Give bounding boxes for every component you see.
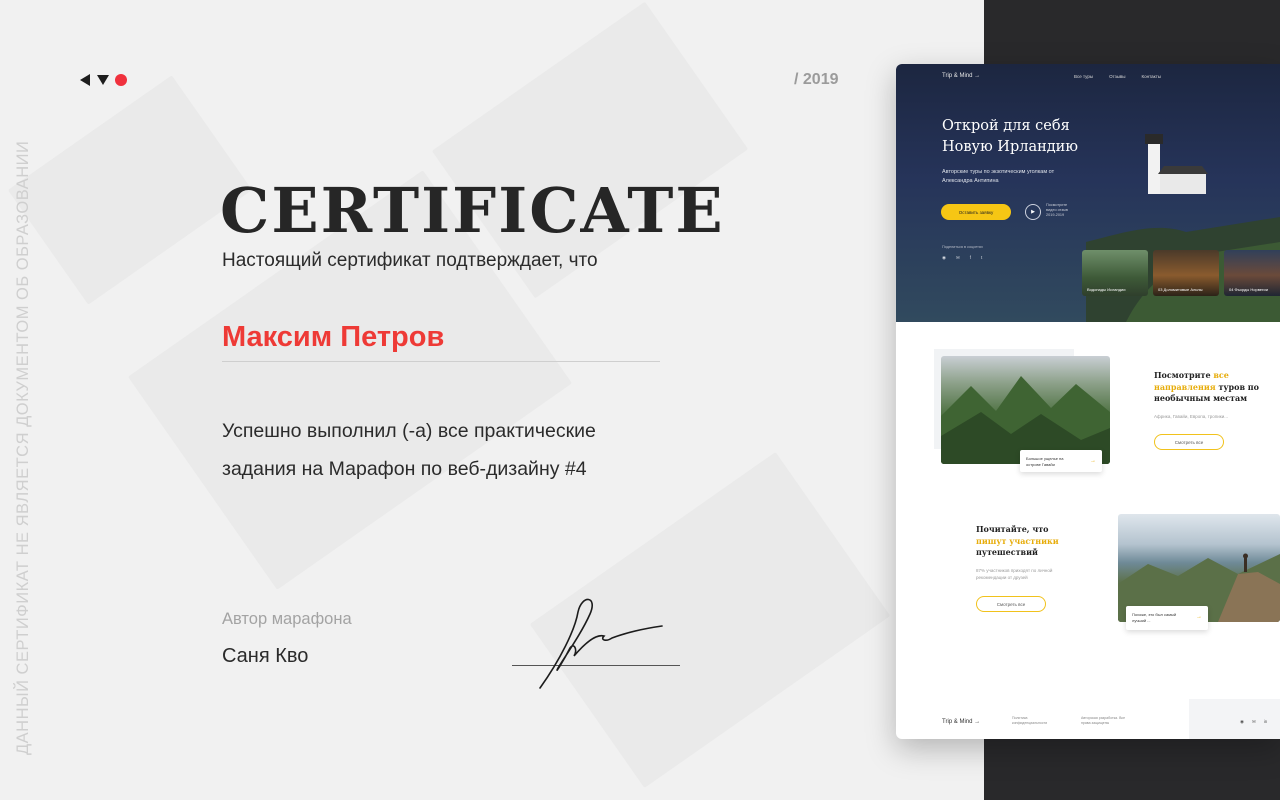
tour-card[interactable]: 03 Доломитовые Альпы: [1153, 250, 1219, 296]
triangle-down-icon: [97, 75, 109, 85]
reviews-section: Почитайте, что пишут участники путешеств…: [976, 524, 1076, 581]
tour-card-label: 03 Доломитовые Альпы: [1158, 287, 1203, 292]
footer-copyright: Авторская разработка. Все права защищены: [1081, 716, 1126, 725]
year-label: / 2019: [794, 71, 839, 88]
share-label: Поделиться в соцсетях: [942, 245, 983, 249]
signature-icon: [539, 598, 663, 689]
footer-social-icons: ◉ ✉ in: [1240, 719, 1267, 725]
arrow-right-icon: →: [1090, 458, 1096, 464]
reviews-desc: 87% участников приходят по личной рекоме…: [976, 567, 1053, 580]
review-caption-card[interactable]: Похоже, это был самый лучший ... →: [1126, 606, 1208, 630]
mockup-nav: Все туры Отзывы Контакты: [1074, 74, 1161, 79]
reviews-title-part: Почитайте, что: [976, 524, 1049, 534]
tour-card-label: Водопады Исландии: [1087, 287, 1126, 292]
name-underline: [222, 361, 660, 362]
mockup-logo[interactable]: Trip & Mind →: [942, 73, 980, 79]
instagram-icon[interactable]: ◉: [1240, 719, 1244, 725]
background-card: [7, 75, 253, 305]
hero-cta-button[interactable]: Оставить заявку: [941, 204, 1011, 220]
play-icon: ▶: [1031, 209, 1035, 215]
arrow-right-icon: →: [1196, 614, 1202, 620]
photo-caption-card[interactable]: Большое ущелье на острове Гавайи →: [1020, 450, 1102, 472]
vk-icon[interactable]: ✉: [1252, 719, 1256, 725]
tour-card-label: 04 Фьорды Норвегии: [1229, 287, 1268, 292]
directions-desc: Африка, Гавайи, Европа, тропики...: [1154, 413, 1228, 419]
body-line-1: Успешно выполнил (-а) все практические: [222, 420, 596, 442]
hero-tour-cards: Водопады Исландии 03 Доломитовые Альпы 0…: [1082, 250, 1280, 296]
play-video-text: Посмотрите видео отзыв 2019-2019: [1046, 203, 1068, 217]
nav-link-tours[interactable]: Все туры: [1074, 74, 1093, 79]
facebook-icon[interactable]: f: [970, 255, 971, 261]
author-label: Автор марафона: [222, 610, 352, 628]
mountain-icon: [941, 376, 1110, 464]
hero-title-line-2: Новую Ирландию: [942, 139, 1078, 155]
vk-icon[interactable]: ✉: [956, 255, 960, 261]
see-all-directions-button[interactable]: Смотреть все: [1154, 434, 1224, 450]
linkedin-icon[interactable]: in: [1264, 719, 1268, 725]
play-video-button[interactable]: ▶: [1025, 204, 1041, 220]
see-all-reviews-button[interactable]: Смотреть все: [976, 596, 1046, 612]
nav-link-contacts[interactable]: Контакты: [1142, 74, 1161, 79]
body-line-2: задания на Марафон по веб-дизайну #4: [222, 458, 587, 480]
certificate-body: Успешно выполнил (-а) все практические з…: [222, 412, 702, 488]
certificate-title: CERTIFICATE: [220, 174, 725, 247]
twitter-icon[interactable]: t: [981, 255, 982, 261]
reviews-title: Почитайте, что пишут участники путешеств…: [976, 524, 1076, 559]
hero-title-line-1: Открой для себя: [942, 118, 1070, 134]
mockup-hero: Trip & Mind → Все туры Отзывы Контакты О…: [896, 64, 1280, 322]
directions-title: Посмотрите все направления туров по необ…: [1154, 370, 1264, 405]
footer-logo[interactable]: Trip & Mind →: [942, 719, 980, 725]
tour-card[interactable]: Водопады Исландии: [1082, 250, 1148, 296]
directions-section: Посмотрите все направления туров по необ…: [1154, 370, 1264, 420]
hero-social-icons: ◉ ✉ f t: [942, 255, 982, 261]
tour-card[interactable]: 04 Фьорды Норвегии: [1224, 250, 1280, 296]
triangle-left-icon: [80, 74, 90, 86]
certificate-subtitle: Настоящий сертификат подтверждает, что: [222, 250, 598, 271]
instagram-icon[interactable]: ◉: [942, 255, 946, 261]
mountain-photo: [941, 356, 1110, 464]
reviews-title-part: путешествий: [976, 547, 1038, 557]
directions-title-part: Посмотрите: [1154, 370, 1214, 380]
review-caption: Похоже, это был самый лучший ...: [1132, 612, 1177, 623]
red-dot-icon: [115, 74, 127, 86]
disclaimer-text: ДАННЫЙ СЕРТИФИКАТ НЕ ЯВЛЯЕТСЯ ДОКУМЕНТОМ…: [14, 140, 32, 755]
footer-privacy-link[interactable]: Политика конфиденциальности: [1012, 716, 1052, 726]
website-mockup: Trip & Mind → Все туры Отзывы Контакты О…: [896, 64, 1280, 739]
nav-link-reviews[interactable]: Отзывы: [1109, 74, 1125, 79]
photo-caption: Большое ущелье на острове Гавайи: [1026, 456, 1064, 467]
hero-description: Авторские туры по экзотическим уголкам о…: [942, 169, 1055, 184]
brand-logo: [80, 74, 127, 86]
recipient-name: Максим Петров: [222, 321, 445, 353]
author-name: Саня Кво: [222, 645, 309, 667]
reviews-title-highlight: пишут участники: [976, 535, 1059, 546]
hero-title: Открой для себя Новую Ирландию: [942, 116, 1132, 158]
